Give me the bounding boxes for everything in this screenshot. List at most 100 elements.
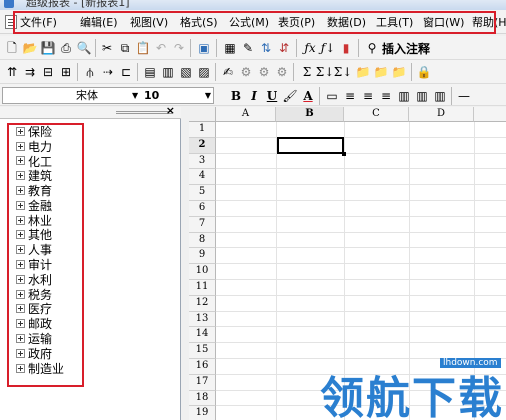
insert-row-icon[interactable]: ⇈ [4,64,20,80]
distribute-all-icon[interactable]: ▥ [432,88,448,104]
folder-in-icon[interactable]: 📁 [373,64,389,80]
menu-view[interactable]: 视图(V) [130,14,168,30]
row-header[interactable]: 15 [189,343,216,359]
folder-icon[interactable]: 📁 [355,64,371,80]
print-preview-icon[interactable]: 🔍 [76,40,92,56]
drag-grip[interactable] [116,111,172,114]
binoculars-icon[interactable]: ⚲ [364,40,380,56]
document-icon[interactable] [5,15,17,29]
column-header-b[interactable]: B [276,107,344,122]
tree-node-audit[interactable]: 审计 [16,257,64,272]
font-color-button[interactable]: A [300,88,316,104]
row-header[interactable]: 3 [189,153,216,170]
border-icon[interactable]: ▭ [324,88,340,104]
align-left-icon[interactable]: ≡ [342,88,358,104]
bold-button[interactable]: B [228,88,244,104]
menu-help[interactable]: 帮助(H) [472,14,506,30]
sort-ascending-icon[interactable]: ⇅ [258,40,274,56]
menu-data[interactable]: 数据(D) [327,14,366,30]
audit-icon[interactable]: ⚙ [238,64,254,80]
align-center-icon[interactable]: ≡ [360,88,376,104]
tree-node-government[interactable]: 政府 [16,346,64,361]
chevron-down-icon[interactable]: ▼ [132,87,142,104]
menu-format[interactable]: 格式(S) [180,14,218,30]
row-header[interactable]: 14 [189,327,216,344]
folder-out-icon[interactable]: 📁 [391,64,407,80]
split-icon[interactable]: ⫛ [82,64,98,80]
menu-formula[interactable]: 公式(M) [229,14,269,30]
tree-node-power[interactable]: 电力 [16,139,64,154]
edit-icon[interactable]: ✍ [220,64,236,80]
tree-node-tax[interactable]: 税务 [16,287,64,302]
row-header[interactable]: 9 [189,248,216,265]
expand-icon[interactable] [16,141,25,151]
save-icon[interactable]: 💾 [40,40,56,56]
calc-icon[interactable]: ⚙ [256,64,272,80]
menu-tools[interactable]: 工具(T) [376,14,413,30]
row-header[interactable]: 18 [189,390,216,407]
fill-color-icon[interactable]: 🖌 [282,88,298,104]
table-icon[interactable]: ▦ [222,40,238,56]
redo-icon[interactable]: ↷ [171,40,187,56]
expand-icon[interactable] [16,260,25,270]
menu-edit[interactable]: 编辑(E) [80,14,118,30]
tree-node-transport[interactable]: 运输 [16,331,64,346]
tree-node-chemical[interactable]: 化工 [16,154,64,169]
column-header-e[interactable] [474,107,506,122]
expand-icon[interactable] [16,304,25,314]
row-header[interactable]: 8 [189,232,216,249]
page-copy-icon[interactable]: ▧ [178,64,194,80]
delete-column-icon[interactable]: ⊞ [58,64,74,80]
row-header[interactable]: 7 [189,216,216,233]
freeze-icon[interactable]: ▣ [196,40,212,56]
format-brush-icon[interactable]: ✎ [240,40,256,56]
underline-button[interactable]: U [264,88,280,104]
sum-column-icon[interactable]: Σ↓ [316,64,335,80]
menu-window[interactable]: 窗口(W) [423,14,464,30]
tree-node-finance[interactable]: 金融 [16,198,64,213]
function-icon[interactable]: ƒx [302,40,318,56]
fill-icon[interactable]: ⊏ [118,64,134,80]
paste-icon[interactable]: 📋 [135,40,151,56]
close-icon[interactable]: × [166,104,175,117]
sum-icon[interactable]: Σ [299,64,315,80]
expand-icon[interactable] [16,348,25,358]
column-header-d[interactable]: D [409,107,474,122]
tree-node-personnel[interactable]: 人事 [16,242,64,257]
row-header[interactable]: 1 [189,122,216,138]
select-all-corner[interactable] [189,107,216,122]
page-remove-icon[interactable]: ▨ [196,64,212,80]
copy-icon[interactable]: ⧉ [117,40,133,56]
page-add-icon[interactable]: ▥ [160,64,176,80]
row-header[interactable]: 11 [189,280,216,296]
merge-icon[interactable]: ⇢ [100,64,116,80]
justify-icon[interactable]: ▥ [396,88,412,104]
delete-row-icon[interactable]: ⊟ [40,64,56,80]
expand-icon[interactable] [16,186,25,196]
new-file-icon[interactable]: 🗋 [4,40,20,56]
expand-icon[interactable] [16,289,25,299]
cut-icon[interactable]: ✂ [99,40,115,56]
row-header[interactable]: 6 [189,201,216,217]
menu-file[interactable]: 文件(F) [20,14,57,30]
align-right-icon[interactable]: ≡ [378,88,394,104]
insert-column-icon[interactable]: ⇉ [22,64,38,80]
lock-icon[interactable]: 🔒 [416,64,432,80]
check-icon[interactable]: ⚙ [274,64,290,80]
page-icon[interactable]: ▤ [142,64,158,80]
expand-icon[interactable] [16,126,25,136]
tree-node-manufacturing[interactable]: 制造业 [16,361,64,376]
open-folder-icon[interactable]: 📂 [22,40,38,56]
tree-node-postal[interactable]: 邮政 [16,316,64,331]
expand-icon[interactable] [16,156,25,166]
expand-icon[interactable] [16,319,25,329]
spreadsheet-grid[interactable]: A B C D 1 2 3 4 5 6 7 8 9 10 11 12 13 14 15 16 17 18 19 [189,107,506,420]
tree-node-insurance[interactable]: 保险 [16,124,64,139]
sort-descending-icon[interactable]: ⇵ [276,40,292,56]
expand-icon[interactable] [16,171,25,181]
column-header-c[interactable]: C [344,107,409,122]
line-icon[interactable]: — [456,88,472,104]
expand-icon[interactable] [16,215,25,225]
expand-icon[interactable] [16,363,25,373]
row-header[interactable]: 5 [189,185,216,201]
